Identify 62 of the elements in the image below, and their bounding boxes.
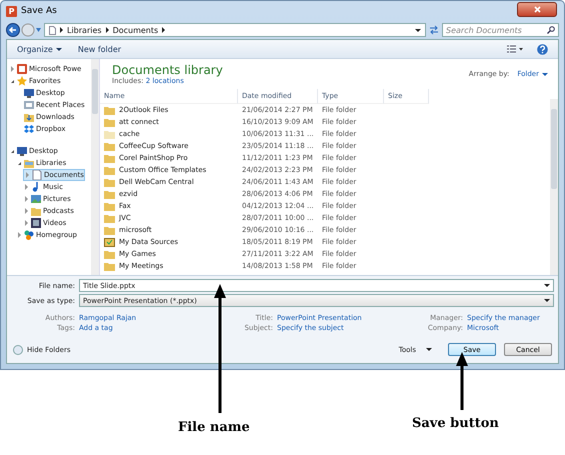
expand-arrow-icon[interactable] bbox=[24, 196, 28, 202]
collapse-arrow-icon[interactable] bbox=[18, 162, 20, 164]
dropbox-icon bbox=[24, 124, 34, 134]
search-field[interactable]: Search Documents bbox=[442, 23, 559, 37]
download-folder-icon bbox=[24, 112, 34, 122]
recent-places-icon bbox=[24, 100, 34, 110]
folder-icon bbox=[104, 201, 115, 211]
expand-arrow-icon[interactable] bbox=[24, 208, 28, 214]
expand-arrow-icon[interactable] bbox=[18, 232, 20, 238]
close-icon bbox=[534, 6, 540, 13]
refresh-icon[interactable] bbox=[429, 25, 439, 35]
organize-menu[interactable]: Organize bbox=[17, 44, 62, 54]
folder-icon bbox=[104, 261, 115, 271]
address-bar[interactable]: Libraries Documents bbox=[44, 23, 426, 37]
annotation-label: File name bbox=[178, 420, 250, 435]
document-icon bbox=[32, 170, 42, 180]
scrollbar-thumb[interactable] bbox=[92, 69, 98, 114]
folder-icon bbox=[104, 105, 115, 115]
collapse-arrow-icon[interactable] bbox=[10, 150, 14, 152]
close-button[interactable] bbox=[517, 2, 557, 17]
dropdown-arrow-icon[interactable] bbox=[36, 28, 41, 32]
search-icon bbox=[547, 26, 555, 34]
expand-arrow-icon[interactable] bbox=[26, 172, 28, 178]
desktop-icon bbox=[17, 146, 27, 156]
breadcrumb[interactable]: Libraries bbox=[67, 26, 102, 34]
expand-arrow-icon[interactable] bbox=[24, 220, 28, 226]
homegroup-icon bbox=[24, 230, 34, 240]
folder-icon bbox=[104, 189, 115, 199]
library-icon bbox=[24, 158, 34, 168]
scrollbar[interactable] bbox=[91, 59, 99, 275]
view-options-icon[interactable] bbox=[507, 45, 523, 53]
document-icon bbox=[49, 26, 56, 34]
folder-icon bbox=[104, 117, 115, 127]
star-icon bbox=[17, 76, 27, 86]
window-title: Save As bbox=[21, 6, 57, 16]
breadcrumb[interactable]: Documents bbox=[112, 26, 158, 34]
folder-icon bbox=[104, 225, 115, 235]
annotation-arrow bbox=[456, 352, 468, 410]
folder-icon bbox=[104, 153, 115, 163]
library-title: Documents library bbox=[112, 63, 223, 77]
desktop-icon bbox=[24, 88, 34, 98]
folder-icon bbox=[104, 249, 115, 259]
help-icon[interactable] bbox=[537, 44, 548, 54]
scrollbar-thumb[interactable] bbox=[551, 109, 557, 189]
new-folder-button[interactable]: New folder bbox=[78, 44, 122, 54]
folder-icon bbox=[104, 141, 115, 151]
film-icon bbox=[31, 218, 41, 228]
data-folder-icon bbox=[104, 237, 115, 247]
folder-icon bbox=[104, 213, 115, 223]
folder-icon bbox=[104, 129, 115, 139]
folder-icon bbox=[31, 206, 41, 216]
music-note-icon bbox=[31, 182, 41, 192]
folder-icon bbox=[104, 177, 115, 187]
annotation-label: Save button bbox=[412, 416, 499, 431]
folder-icon bbox=[104, 165, 115, 175]
collapse-arrow-icon[interactable] bbox=[10, 80, 14, 82]
expand-arrow-icon[interactable] bbox=[24, 184, 28, 190]
app-icon: P bbox=[6, 6, 17, 16]
app-icon bbox=[17, 64, 27, 74]
expand-arrow-icon[interactable] bbox=[10, 66, 14, 72]
back-button[interactable] bbox=[6, 23, 20, 37]
pictures-icon bbox=[31, 194, 41, 204]
